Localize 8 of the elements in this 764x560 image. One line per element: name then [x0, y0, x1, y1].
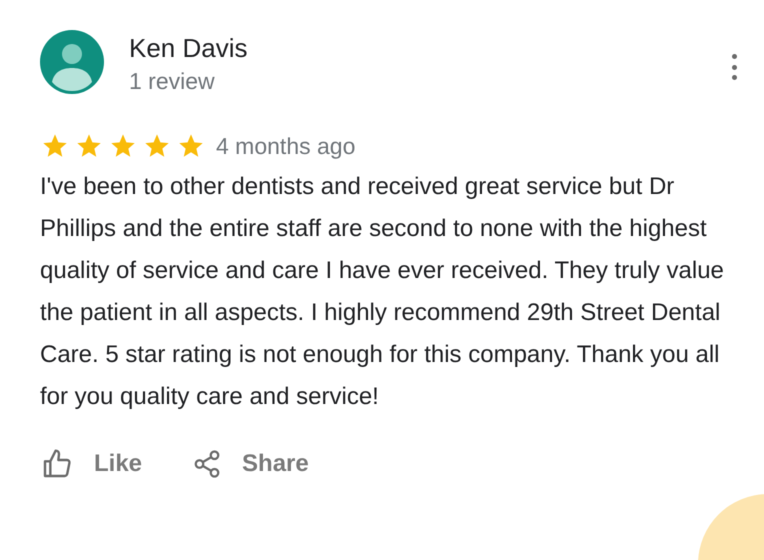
review-time: 4 months ago: [216, 132, 356, 161]
reviewer-name[interactable]: Ken Davis: [129, 31, 726, 65]
share-button[interactable]: Share: [192, 446, 309, 482]
share-icon: [192, 448, 222, 480]
like-button[interactable]: Like: [40, 446, 142, 482]
review-count: 1 review: [129, 67, 216, 96]
review-text: I've been to other dentists and received great service but Dr Phillips and the entire staff are second to none with the highest quality of service and care I have ever received. They truly value the patient in all aspects. I highly recommend 29th Street Dental Care. 5 star rating is not enough for this company. Thank you all for you quality care and service!: [40, 172, 725, 412]
avatar-icon: [40, 30, 104, 94]
